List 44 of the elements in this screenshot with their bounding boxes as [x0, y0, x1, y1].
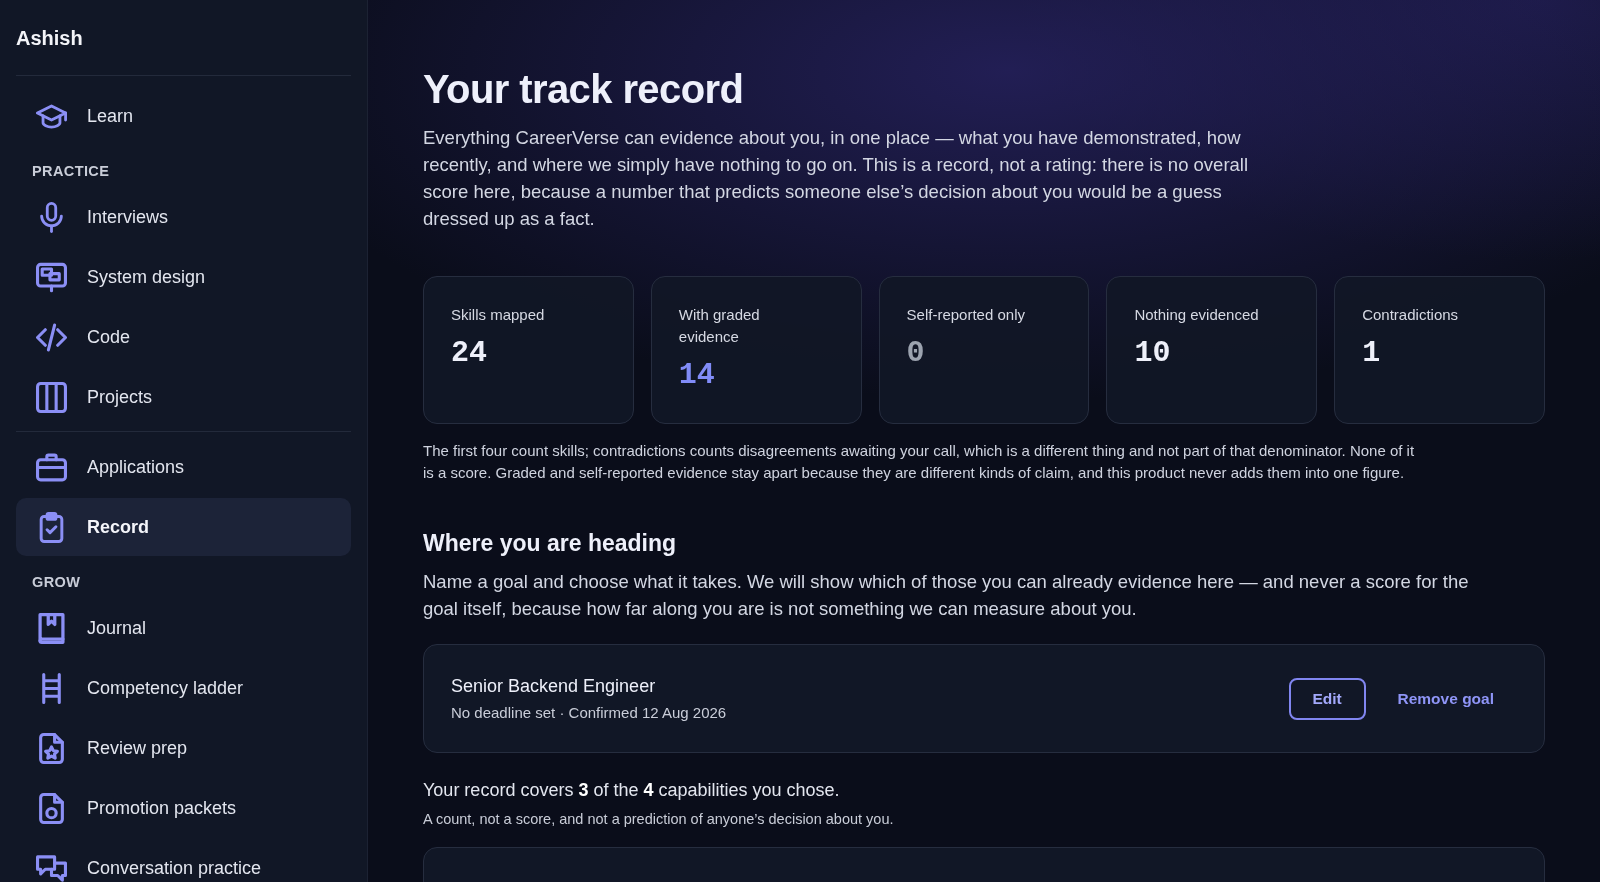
chat-bubbles-icon	[36, 852, 67, 882]
stat-label: Contradictions	[1362, 305, 1459, 325]
section-heading: GROW	[32, 573, 81, 592]
nav-item[interactable]: Record	[16, 498, 351, 556]
user-name: Ashish	[16, 26, 83, 51]
nav-item[interactable]: Learn	[16, 87, 351, 145]
nav-item[interactable]: Journal	[16, 599, 351, 657]
code-icon	[36, 321, 67, 353]
stat-label: Skills mapped	[451, 305, 545, 325]
nav-item[interactable]: Review prep	[16, 719, 351, 777]
nav-item[interactable]: Interviews	[16, 188, 351, 246]
goal-meta: No deadline set · Confirmed 12 Aug 2026	[451, 703, 727, 723]
bookmarked-book-icon	[36, 612, 67, 644]
section-description: Name a goal and choose what it takes. We will show which of those you can already evidence here — and never a score for the goal itself, because how far along you are is not something we can measure about you.	[423, 570, 1470, 621]
whiteboard-icon	[36, 261, 67, 293]
nav-item[interactable]: Conversation practice	[16, 839, 351, 882]
nav-item[interactable]: Applications	[16, 438, 351, 496]
nav-item[interactable]: System design	[16, 248, 351, 306]
edit-button[interactable]: Edit	[1288, 677, 1366, 720]
nav-item[interactable]: Promotion packets	[16, 779, 351, 837]
stat-value: 14	[678, 357, 715, 393]
stat-label: Nothing evidenced	[1134, 305, 1259, 325]
nav-item[interactable]: Code	[16, 308, 351, 366]
nav-item[interactable]: Projects	[16, 368, 351, 426]
stat-value: 1	[1362, 335, 1381, 371]
nav-item[interactable]: Competency ladder	[16, 659, 351, 717]
page-title: Your track record	[423, 66, 744, 113]
section-heading: PRACTICE	[32, 162, 110, 181]
stat-value: 0	[906, 335, 925, 371]
goal-title: Senior Backend Engineer	[451, 675, 656, 698]
stat-value: 10	[1134, 335, 1171, 371]
intro-paragraph: Everything CareerVerse can evidence about you, in one place — what you have demonstrated, how recently, and where we simply have nothing to go on. This is a record, not a rating: there is no overall score here, because a number that predicts someone else’s decision about you would be a guess dressed up as a fact.	[423, 126, 1250, 231]
briefcase-icon	[36, 451, 67, 483]
document-star-icon	[36, 732, 67, 764]
stats-note: The first four count skills; contradictions counts disagreements awaiting your call, which is a different thing and not part of that denominator. None of it is a score. Graded and self-reported evidence stay apart because they are different kinds of claim, and this product never adds them into one figure.	[423, 441, 1416, 483]
coverage-summary: Your record covers 3 of the 4 capabilities you chose.	[423, 779, 840, 802]
document-badge-icon	[36, 792, 67, 824]
stat-value: 24	[451, 335, 487, 371]
section-title: Where you are heading	[423, 529, 677, 558]
stat-label: Self-reported only	[906, 305, 1025, 325]
coverage-note: A count, not a score, and not a prediction of anyone’s decision about you.	[423, 810, 894, 829]
remove-goal-button[interactable]: Remove goal	[1395, 685, 1496, 712]
columns-icon	[36, 381, 67, 413]
stat-label: With graded evidence	[678, 305, 761, 347]
